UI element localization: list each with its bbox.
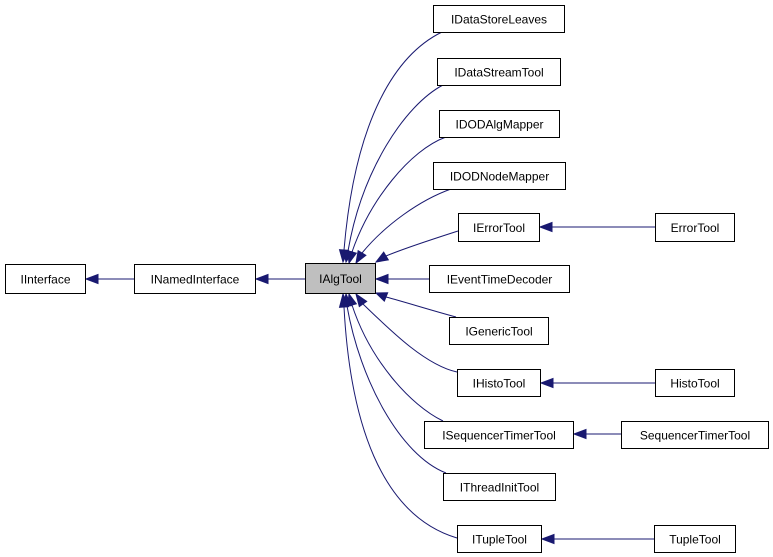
edge-line (351, 304, 444, 422)
node-i-alg-tool[interactable]: IAlgTool (305, 263, 376, 294)
node-i-tuple-tool[interactable]: ITupleTool (457, 525, 542, 553)
node-idod-node-mapper[interactable]: IDODNodeMapper (433, 162, 566, 190)
edge-i-named-interface-to-i-interface (84, 273, 134, 285)
arrowhead-icon (572, 428, 587, 440)
node-i-thread-init-tool[interactable]: IThreadInitTool (443, 473, 556, 501)
arrowhead-icon (84, 273, 99, 285)
edge-i-alg-tool-to-i-named-interface (254, 273, 305, 285)
node-i-error-tool[interactable]: IErrorTool (458, 213, 540, 242)
node-histo-tool[interactable]: HistoTool (655, 369, 735, 397)
node-tuple-tool[interactable]: TupleTool (654, 525, 736, 553)
edge-idod-node-mapper-to-i-alg-tool (355, 188, 452, 265)
node-i-sequencer-timer-tool[interactable]: ISequencerTimerTool (424, 421, 574, 449)
edge-line (351, 136, 447, 253)
node-label: IDODAlgMapper (455, 118, 543, 132)
node-label: IGenericTool (465, 325, 532, 339)
arrowhead-icon (540, 533, 555, 545)
node-label: HistoTool (670, 377, 719, 391)
node-label: IEventTimeDecoder (447, 273, 553, 287)
arrowhead-icon (374, 251, 390, 263)
node-sequencer-timer-tool[interactable]: SequencerTimerTool (621, 421, 769, 449)
edge-line (362, 303, 458, 373)
edge-i-generic-tool-to-i-alg-tool (374, 292, 457, 318)
node-i-interface[interactable]: IInterface (5, 264, 86, 294)
edge-i-tuple-tool-to-i-alg-tool (338, 292, 458, 539)
arrowhead-icon (374, 292, 389, 303)
node-label: INamedInterface (151, 273, 240, 287)
edge-error-tool-to-i-error-tool (538, 221, 655, 233)
inheritance-diagram: IInterface INamedInterface IAlgTool IDataSt… (5, 5, 769, 553)
edge-idod-alg-mapper-to-i-alg-tool (347, 136, 447, 265)
node-label: ErrorTool (671, 221, 720, 235)
arrowhead-icon (355, 249, 367, 265)
node-label: IAlgTool (319, 272, 362, 286)
node-label: SequencerTimerTool (640, 429, 750, 443)
node-label: IInterface (20, 273, 70, 287)
edge-line (385, 296, 457, 318)
node-label: ISequencerTimerTool (442, 429, 556, 443)
edge-histo-tool-to-i-histo-tool (539, 377, 655, 389)
arrowhead-icon (538, 221, 553, 233)
node-label: IDataStoreLeaves (451, 13, 547, 27)
node-error-tool[interactable]: ErrorTool (655, 213, 735, 242)
edge-line (343, 31, 443, 251)
arrowhead-icon (539, 377, 554, 389)
node-i-data-stream-tool[interactable]: IDataStreamTool (437, 58, 561, 86)
node-idod-alg-mapper[interactable]: IDODAlgMapper (439, 110, 560, 138)
edge-i-error-tool-to-i-alg-tool (374, 230, 459, 263)
arrowhead-icon (347, 250, 358, 265)
edge-sequencer-timer-tool-to-i-sequencer-timer-tool (572, 428, 621, 440)
node-label: IHistoTool (473, 377, 526, 391)
node-i-data-store-leaves[interactable]: IDataStoreLeaves (433, 5, 565, 33)
arrowhead-icon (355, 292, 368, 308)
node-i-event-time-decoder[interactable]: IEventTimeDecoder (429, 265, 570, 293)
edge-line (385, 230, 459, 257)
edge-i-sequencer-timer-tool-to-i-alg-tool (347, 292, 444, 422)
edge-tuple-tool-to-i-tuple-tool (540, 533, 654, 545)
edge-line (361, 188, 452, 254)
node-i-generic-tool[interactable]: IGenericTool (449, 317, 549, 345)
node-label: IErrorTool (473, 221, 525, 235)
node-label: IDODNodeMapper (450, 170, 549, 184)
node-label: TupleTool (669, 533, 721, 547)
node-i-histo-tool[interactable]: IHistoTool (457, 369, 541, 397)
node-label: IThreadInitTool (460, 481, 539, 495)
edge-i-histo-tool-to-i-alg-tool (355, 292, 458, 373)
arrowhead-icon (254, 273, 269, 285)
node-label: IDataStreamTool (454, 66, 543, 80)
node-i-named-interface[interactable]: INamedInterface (134, 264, 256, 294)
edge-i-event-time-decoder-to-i-alg-tool (374, 273, 429, 285)
arrowhead-icon (374, 273, 389, 285)
node-label: ITupleTool (472, 533, 527, 547)
